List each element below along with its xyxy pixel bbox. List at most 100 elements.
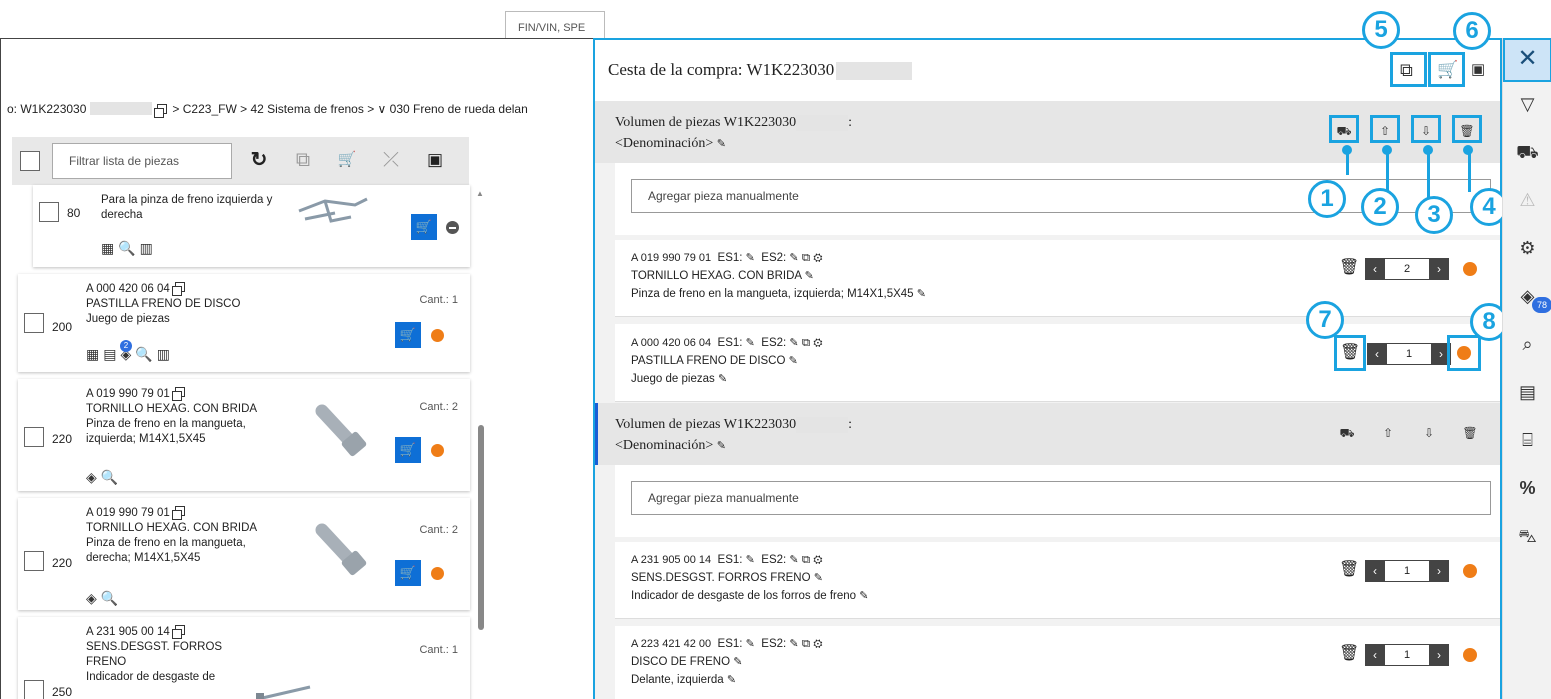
package-icon[interactable]: ◈ (86, 590, 101, 606)
decrease-button[interactable]: ‹ (1365, 258, 1385, 280)
edit-pencil-icon[interactable]: ✎ (789, 336, 798, 349)
zoom-icon[interactable]: 🔍 (101, 590, 122, 606)
add-part-manually-input[interactable]: Agregar pieza manualmente (631, 481, 1491, 515)
breadcrumb-path[interactable]: > C223_FW > 42 Sistema de frenos > ∨ 030… (172, 102, 527, 116)
pdf-icon[interactable]: ▣ (422, 147, 448, 173)
increase-button[interactable]: › (1429, 644, 1449, 666)
add-to-cart-button[interactable]: 🛒 (395, 560, 421, 586)
quantity-stepper[interactable]: ‹ 1 › (1365, 644, 1449, 666)
add-to-cart-button[interactable]: 🛒 (395, 437, 421, 463)
decrease-button[interactable]: ‹ (1365, 560, 1385, 582)
add-to-cart-button[interactable]: 🛒 (395, 322, 421, 348)
edit-pencil-icon[interactable]: ✎ (917, 287, 926, 300)
quantity-value[interactable]: 1 (1385, 560, 1429, 582)
filter-icon[interactable]: ▽ (1503, 86, 1551, 122)
quantity-stepper[interactable]: ‹ 1 › (1367, 343, 1451, 365)
increase-button[interactable]: › (1429, 560, 1449, 582)
export-button[interactable]: ⇧ (1370, 115, 1400, 143)
pdf-icon[interactable]: ▣ (1471, 60, 1485, 78)
delete-item-icon[interactable]: 🗑 (1339, 559, 1359, 579)
network-settings-icon[interactable]: ⌸ (1503, 422, 1551, 458)
copy-icon[interactable]: ⧉ (802, 337, 810, 349)
edit-pencil-icon[interactable]: ✎ (718, 372, 727, 385)
delete-volume-button[interactable]: 🗑 (1452, 115, 1482, 143)
table-icon[interactable]: ▦ (101, 240, 118, 256)
edit-pencil-icon[interactable]: ✎ (859, 589, 868, 602)
copy-icon[interactable] (171, 282, 185, 296)
transmission-icon[interactable]: ⚙ (1503, 230, 1551, 266)
factory-icon[interactable]: ▥ (157, 346, 174, 362)
close-icon[interactable]: ✕ (1503, 38, 1551, 82)
quantity-value[interactable]: 1 (1385, 644, 1429, 666)
copy-icon[interactable] (171, 387, 185, 401)
quantity-stepper[interactable]: ‹ 1 › (1365, 560, 1449, 582)
copy-icon[interactable] (154, 103, 168, 118)
copy-icon[interactable]: ⧉ (802, 638, 810, 650)
import-button[interactable]: ⇩ (1411, 115, 1441, 143)
settings-icon[interactable]: ⚙ (813, 337, 822, 349)
decrease-button[interactable]: ‹ (1367, 343, 1387, 365)
copy-icon[interactable]: ⧉ (802, 252, 810, 264)
car-settings-icon[interactable]: ⛍ (1503, 518, 1551, 554)
add-to-cart-button[interactable]: 🛒 (411, 214, 437, 240)
edit-pencil-icon[interactable]: ✎ (805, 269, 814, 282)
scroll-up-arrow[interactable]: ▲ (476, 189, 484, 198)
edit-pencil-icon[interactable]: ✎ (789, 251, 798, 264)
vehicle-transfer-button[interactable]: ⛟ (1329, 115, 1359, 143)
vehicle-icon[interactable]: ⛟ (1503, 134, 1551, 170)
pin-off-icon[interactable]: ⤫ (378, 147, 404, 173)
table-icon[interactable]: ▦ (86, 346, 103, 362)
copy-basket-button[interactable]: ⧉ (1390, 52, 1427, 87)
factory-icon[interactable]: ▥ (140, 240, 157, 256)
edit-pencil-icon[interactable]: ✎ (727, 673, 736, 686)
edit-pencil-icon[interactable]: ✎ (717, 134, 726, 155)
export-button[interactable]: ⇧ (1373, 420, 1403, 448)
import-button[interactable]: ⇩ (1414, 420, 1444, 448)
package-icon[interactable]: ◈ (86, 469, 101, 485)
edit-pencil-icon[interactable]: ✎ (789, 553, 798, 566)
quantity-value[interactable]: 2 (1385, 258, 1429, 280)
delete-item-icon[interactable]: 🗑 (1339, 257, 1359, 277)
settings-icon[interactable]: ⚙ (813, 554, 822, 566)
zoom-icon[interactable]: 🔍 (101, 469, 122, 485)
decrease-button[interactable]: ‹ (1365, 644, 1385, 666)
document-icon[interactable]: ▤ (103, 346, 120, 362)
copy-icon[interactable]: ⧉ (802, 554, 810, 566)
settings-icon[interactable]: ⚙ (813, 252, 822, 264)
warning-icon[interactable]: ⚠ (1503, 182, 1551, 218)
copy-icon[interactable]: ⧉ (290, 147, 316, 173)
new-basket-button[interactable]: 🛒 (1428, 52, 1465, 87)
settings-icon[interactable]: ⚙ (813, 638, 822, 650)
edit-pencil-icon[interactable]: ✎ (717, 436, 726, 457)
edit-pencil-icon[interactable]: ✎ (733, 655, 742, 668)
select-all-checkbox[interactable] (20, 151, 40, 171)
part-checkbox[interactable] (24, 427, 44, 447)
document-settings-icon[interactable]: ▤ (1503, 374, 1551, 410)
part-checkbox[interactable] (24, 551, 44, 571)
search-icon[interactable]: ⌕ (1503, 326, 1551, 362)
edit-pencil-icon[interactable]: ✎ (746, 553, 755, 566)
delete-item-icon[interactable]: 🗑 (1340, 342, 1360, 362)
edit-pencil-icon[interactable]: ✎ (789, 637, 798, 650)
edit-pencil-icon[interactable]: ✎ (746, 336, 755, 349)
part-checkbox[interactable] (24, 680, 44, 699)
vehicle-transfer-button[interactable]: ⛟ (1332, 420, 1362, 448)
cart-icon[interactable]: 🛒 (334, 147, 360, 173)
part-checkbox[interactable] (39, 202, 59, 222)
quantity-stepper[interactable]: ‹ 2 › (1365, 258, 1449, 280)
zoom-icon[interactable]: 🔍 (135, 346, 156, 362)
part-checkbox[interactable] (24, 313, 44, 333)
copy-icon[interactable] (171, 625, 185, 639)
zoom-icon[interactable]: 🔍 (118, 240, 139, 256)
refresh-icon[interactable]: ↻ (246, 147, 272, 173)
edit-pencil-icon[interactable]: ✎ (746, 251, 755, 264)
percent-icon[interactable]: % (1503, 470, 1551, 506)
filter-parts-input[interactable]: Filtrar lista de piezas (52, 143, 232, 179)
copy-icon[interactable] (171, 506, 185, 520)
edit-pencil-icon[interactable]: ✎ (814, 571, 823, 584)
edit-pencil-icon[interactable]: ✎ (746, 637, 755, 650)
edit-pencil-icon[interactable]: ✎ (789, 354, 798, 367)
increase-button[interactable]: › (1429, 258, 1449, 280)
scrollbar-thumb[interactable] (478, 425, 484, 630)
quantity-value[interactable]: 1 (1387, 343, 1431, 365)
